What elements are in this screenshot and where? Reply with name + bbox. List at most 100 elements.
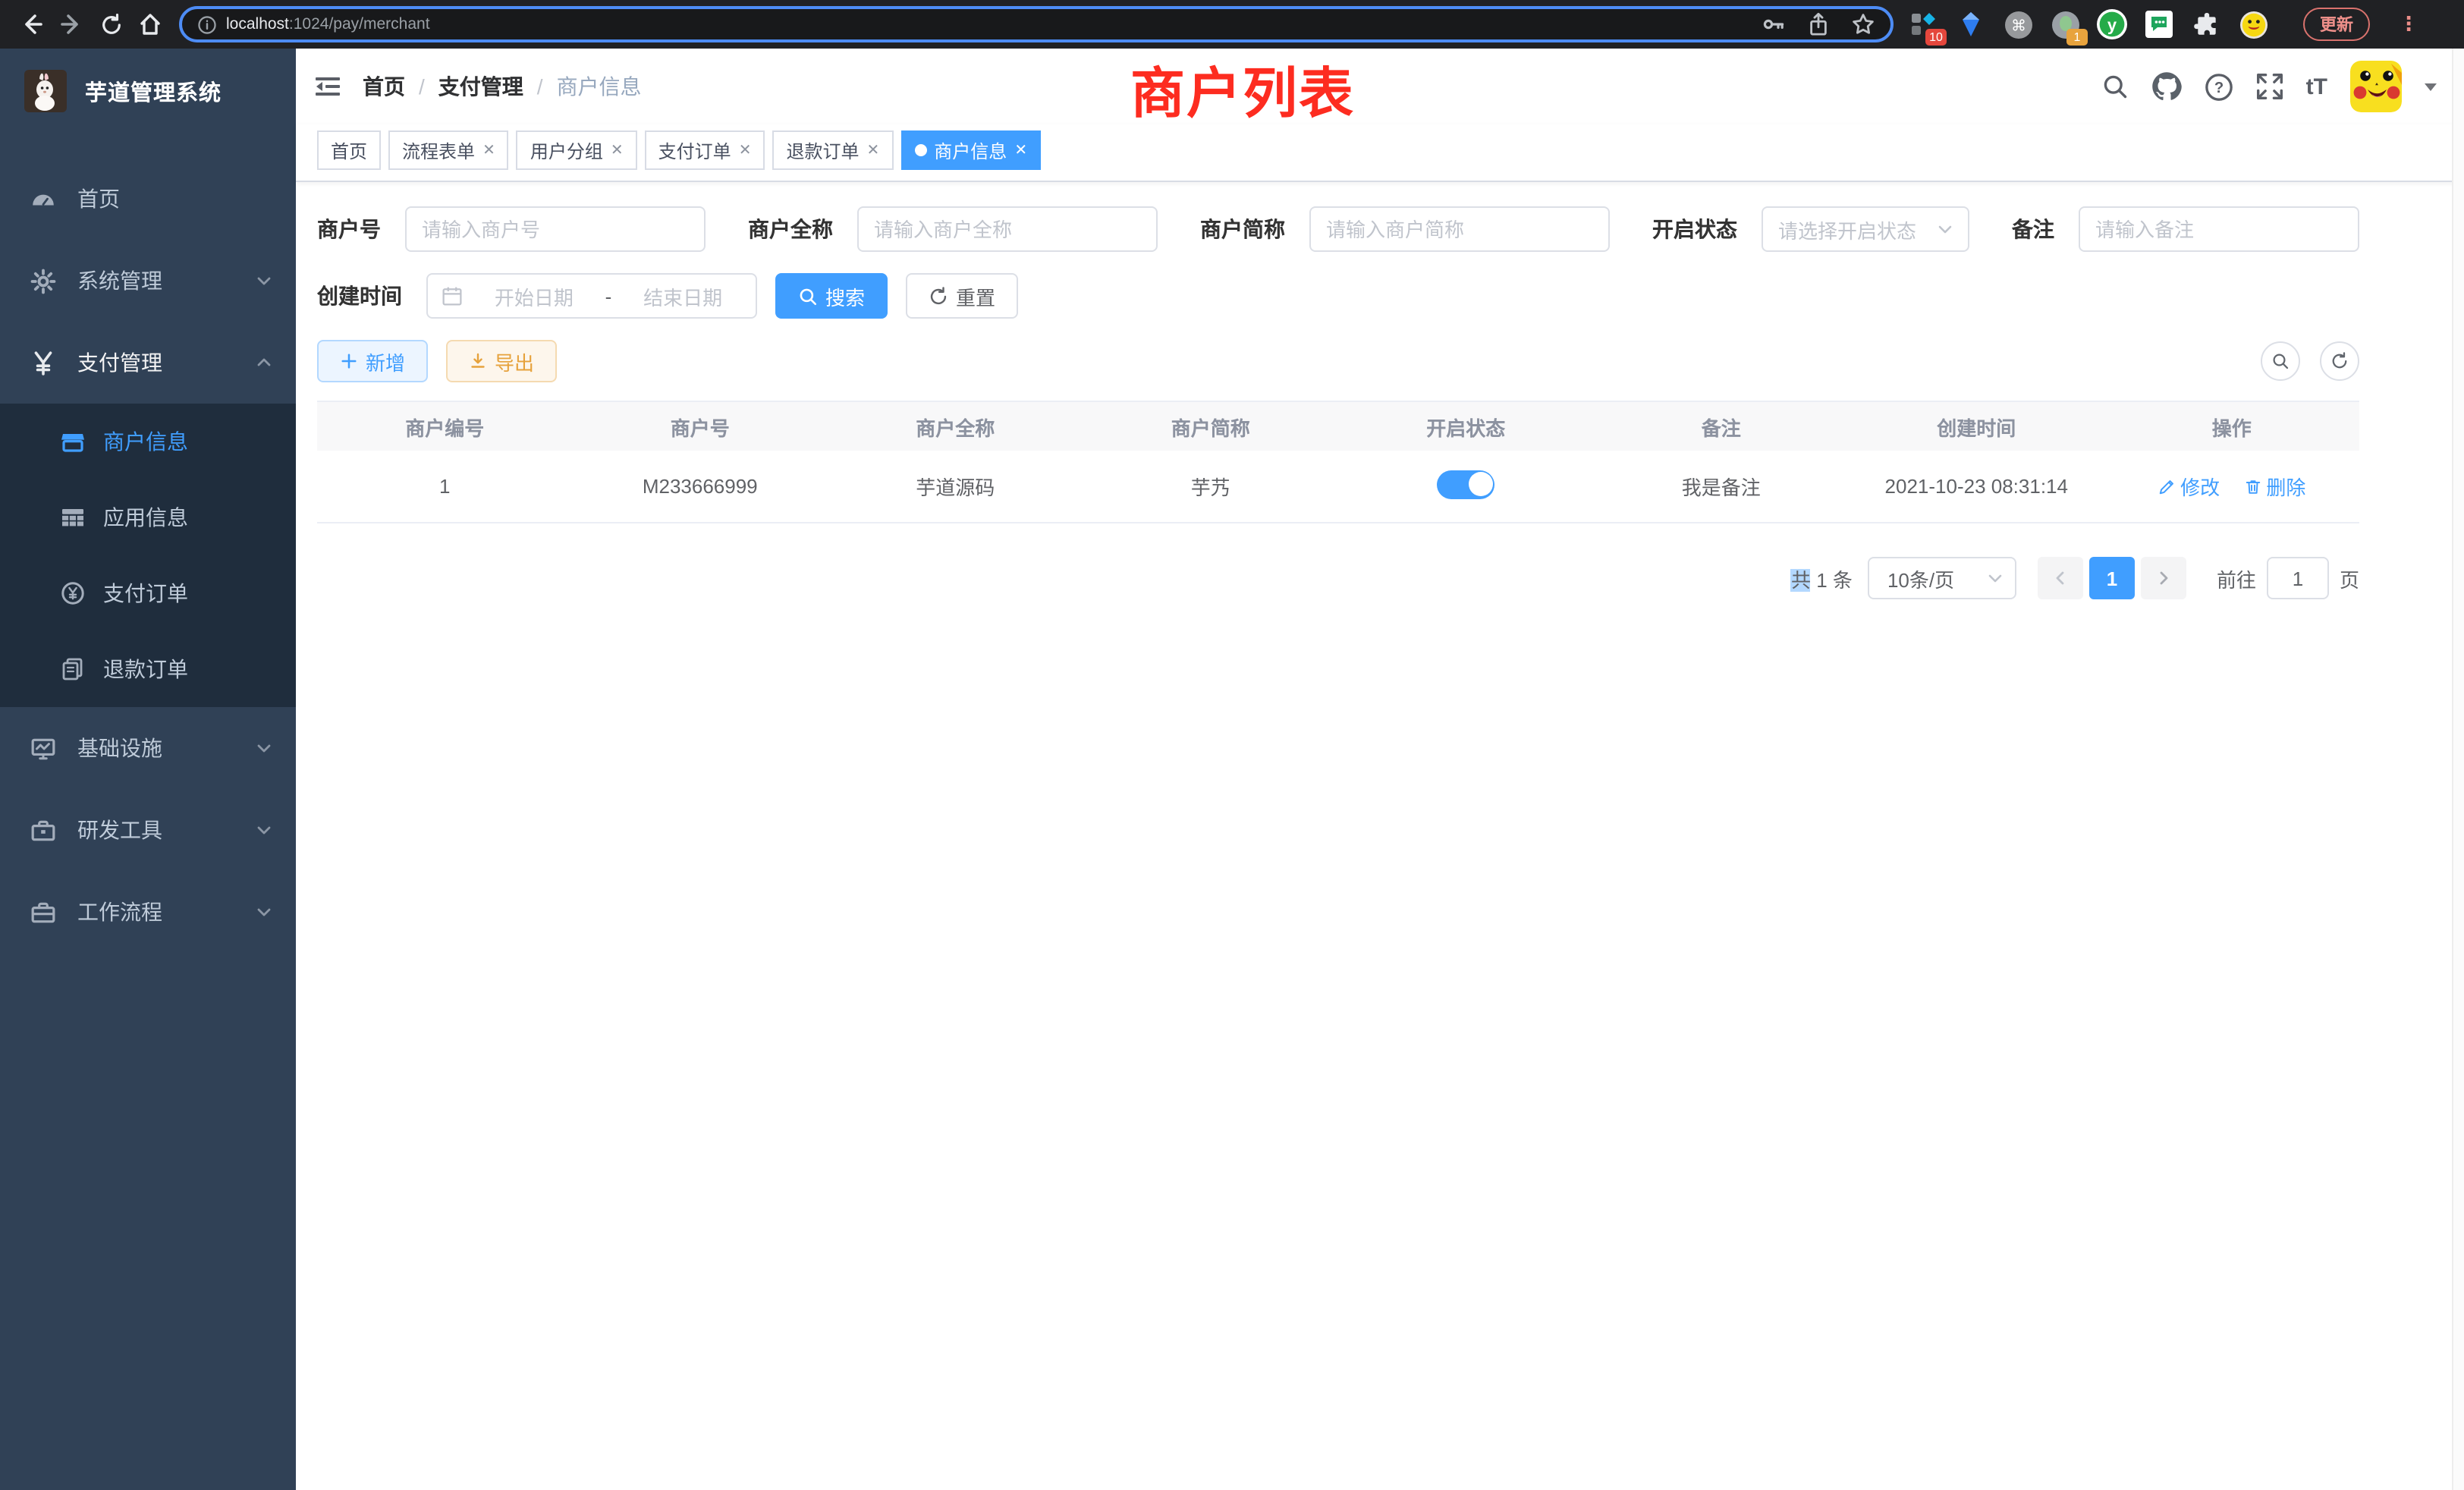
- next-page-button[interactable]: [2141, 557, 2186, 599]
- full-name-input[interactable]: [857, 206, 1158, 252]
- cell-remark: 我是备注: [1594, 472, 1850, 501]
- gear-icon: [30, 268, 56, 294]
- tab-close-icon[interactable]: ✕: [739, 142, 752, 159]
- screen: localhost:1024/pay/merchant 10 ⌘ 1 y: [0, 0, 2464, 1490]
- tab-user-group[interactable]: 用户分组✕: [517, 130, 637, 170]
- font-size-icon[interactable]: tT: [2306, 74, 2327, 99]
- sidebar-item-system[interactable]: 系统管理: [0, 240, 296, 322]
- sidebar-item-pay[interactable]: 支付管理: [0, 322, 296, 404]
- select-caret-icon: [1938, 222, 1953, 237]
- browser-home-button[interactable]: [130, 5, 170, 44]
- table-refresh-button[interactable]: [2320, 341, 2359, 381]
- sidebar-item-workflow[interactable]: 工作流程: [0, 871, 296, 953]
- topbar-actions: ? tT: [2101, 61, 2437, 112]
- extension-gem-icon[interactable]: [1956, 9, 1986, 39]
- help-icon[interactable]: ?: [2205, 72, 2233, 101]
- remark-label: 备注: [2012, 214, 2054, 244]
- merchant-no-input[interactable]: [405, 206, 706, 252]
- col-header-create-time: 创建时间: [1849, 412, 2104, 441]
- export-button[interactable]: 导出: [446, 340, 557, 382]
- sidebar-item-refund-orders[interactable]: 退款订单: [0, 631, 296, 707]
- download-icon: [469, 352, 487, 370]
- browser-back-button[interactable]: [12, 5, 52, 44]
- address-bar[interactable]: localhost:1024/pay/merchant: [179, 6, 1894, 42]
- sidebar-item-dev-tools[interactable]: 研发工具: [0, 789, 296, 871]
- page-scrollbar[interactable]: [2452, 49, 2464, 1490]
- status-select[interactable]: 请选择开启状态: [1762, 206, 1969, 252]
- topbar: 首页 / 支付管理 / 商户信息 ? tT: [296, 49, 2464, 124]
- share-icon[interactable]: [1807, 12, 1830, 36]
- col-header-status: 开启状态: [1338, 412, 1594, 441]
- goto-page-input[interactable]: [2267, 557, 2329, 599]
- search-button[interactable]: 搜索: [775, 273, 888, 319]
- avatar-caret-down-icon[interactable]: [2425, 83, 2437, 90]
- reset-button[interactable]: 重置: [906, 273, 1018, 319]
- extension-smiley-icon[interactable]: [2238, 9, 2268, 39]
- tab-merchant-info-active[interactable]: 商户信息✕: [900, 130, 1041, 170]
- extension-grid-icon[interactable]: 10: [1909, 9, 1939, 39]
- user-avatar-pikachu[interactable]: [2350, 61, 2402, 112]
- table-row: 1 M233666999 芋道源码 芋艿 我是备注 2021-10-23 08:…: [317, 451, 2359, 523]
- reload-icon: [103, 14, 119, 33]
- tab-refund-order[interactable]: 退款订单✕: [772, 130, 893, 170]
- site-info-icon[interactable]: [197, 14, 217, 34]
- toolbox-icon: [30, 817, 56, 843]
- edit-link[interactable]: 修改: [2158, 472, 2220, 501]
- password-key-icon[interactable]: [1762, 12, 1786, 36]
- tab-close-icon[interactable]: ✕: [867, 142, 880, 159]
- delete-link[interactable]: 删除: [2243, 472, 2305, 501]
- extension-chat-icon[interactable]: [2144, 9, 2174, 39]
- page-size-select[interactable]: 10条/页: [1868, 557, 2016, 599]
- extension-profile-icon[interactable]: 1: [2050, 9, 2080, 39]
- tab-pay-order[interactable]: 支付订单✕: [645, 130, 765, 170]
- sidebar-item-merchant-info[interactable]: 商户信息: [0, 404, 296, 479]
- filter-row-2: 创建时间 开始日期 - 结束日期 搜索 重置: [317, 273, 2359, 319]
- short-name-label: 商户简称: [1200, 214, 1285, 244]
- sidebar-item-pay-orders[interactable]: 支付订单: [0, 555, 296, 631]
- header-search-icon[interactable]: [2101, 73, 2129, 100]
- fullscreen-icon[interactable]: [2256, 73, 2283, 100]
- sidebar-item-infra[interactable]: 基础设施: [0, 707, 296, 789]
- sidebar-item-app-info[interactable]: 应用信息: [0, 479, 296, 555]
- annotation-title: 商户列表: [1130, 50, 1355, 129]
- page-number-1[interactable]: 1: [2089, 557, 2135, 599]
- plus-icon: [340, 352, 358, 370]
- browser-reload-button[interactable]: [91, 5, 130, 44]
- table-toolbar: 新增 导出: [317, 340, 2359, 382]
- bookmark-star-icon[interactable]: [1851, 12, 1875, 36]
- cell-full-name: 芋道源码: [828, 472, 1083, 501]
- remark-input[interactable]: [2079, 206, 2359, 252]
- tab-close-icon[interactable]: ✕: [482, 142, 495, 159]
- status-toggle-on[interactable]: [1437, 470, 1494, 498]
- sidebar-logo-row[interactable]: 芋道管理系统: [0, 49, 296, 134]
- github-icon[interactable]: [2151, 71, 2182, 102]
- sidebar-menu: 首页 系统管理 支付管理 商户信息: [0, 158, 296, 953]
- tab-close-icon[interactable]: ✕: [1014, 142, 1027, 159]
- tab-home[interactable]: 首页: [317, 130, 381, 170]
- sidebar-item-label: 商户信息: [103, 426, 188, 457]
- chevron-down-icon: [256, 822, 272, 838]
- table-search-toggle-button[interactable]: [2261, 341, 2300, 381]
- goto-suffix-label: 页: [2340, 564, 2359, 593]
- extension-command-icon[interactable]: ⌘: [2003, 9, 2033, 39]
- breadcrumb-home[interactable]: 首页: [363, 71, 405, 102]
- tab-flow-form[interactable]: 流程表单✕: [388, 130, 509, 170]
- breadcrumb-pay[interactable]: 支付管理: [438, 71, 523, 102]
- extensions-puzzle-icon[interactable]: [2191, 9, 2221, 39]
- sidebar-fold-icon[interactable]: [314, 73, 341, 100]
- browser-menu-kebab-icon[interactable]: ⋮: [2399, 12, 2418, 36]
- extension-yudao-icon[interactable]: y: [2097, 9, 2127, 39]
- browser-update-button[interactable]: 更新: [2303, 8, 2370, 41]
- monitor-chart-icon: [30, 735, 56, 761]
- sidebar-item-home[interactable]: 首页: [0, 158, 296, 240]
- create-time-label: 创建时间: [317, 281, 402, 311]
- sidebar-item-label: 研发工具: [77, 815, 162, 845]
- browser-forward-button[interactable]: [52, 5, 91, 44]
- tab-close-icon[interactable]: ✕: [611, 142, 624, 159]
- add-button[interactable]: 新增: [317, 340, 428, 382]
- create-time-range-picker[interactable]: 开始日期 - 结束日期: [426, 273, 757, 319]
- yen-circle-icon: [61, 581, 85, 605]
- svg-text:⌘: ⌘: [2010, 15, 2026, 33]
- prev-page-button[interactable]: [2038, 557, 2083, 599]
- short-name-input[interactable]: [1309, 206, 1610, 252]
